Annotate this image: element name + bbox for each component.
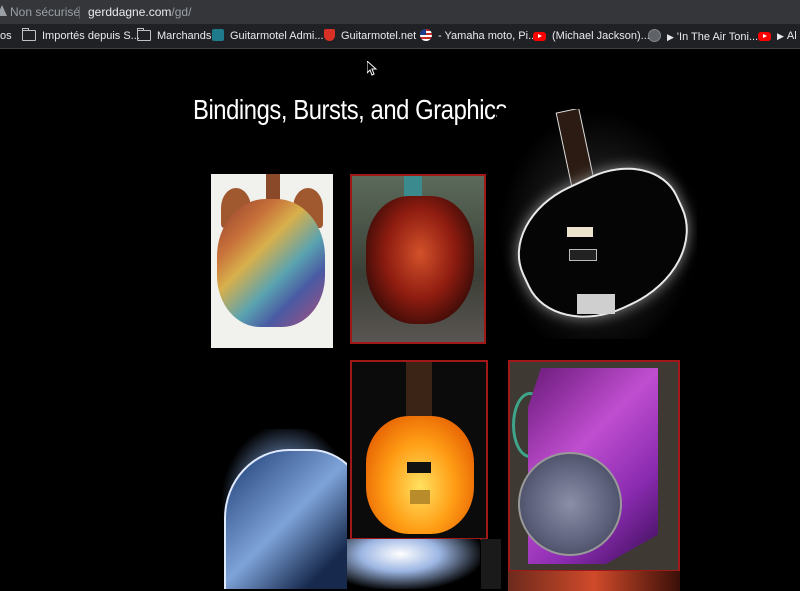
guitar-body — [217, 199, 325, 327]
guitar-body — [366, 196, 474, 324]
bookmark-folder-merchants[interactable]: Marchands — [137, 28, 212, 44]
guitar-photo-blue-graphic[interactable] — [212, 429, 347, 589]
warning-icon[interactable] — [0, 5, 7, 16]
photo-partial — [481, 539, 501, 589]
bookmark-al[interactable]: ▶Al D — [758, 29, 800, 44]
bookmark-label: Importés depuis S... — [42, 30, 140, 42]
flag-icon — [420, 29, 432, 41]
bookmark-label: - Yamaha moto, Pi... — [438, 30, 538, 42]
youtube-icon — [758, 32, 771, 41]
guitar-photo-red-burst[interactable] — [350, 174, 486, 344]
bookmark-label: (Michael Jackson)... — [552, 30, 650, 42]
bookmark-label: 'In The Air Toni... — [676, 31, 759, 43]
guitarmotel-icon — [212, 29, 224, 41]
folder-icon — [22, 28, 36, 41]
pickup — [407, 462, 431, 473]
guitar-photo-orange-burst[interactable] — [350, 360, 488, 540]
bookmark-label: Marchands — [157, 30, 212, 42]
cursor-arrow-icon — [367, 61, 377, 76]
play-icon: ▶ — [667, 32, 674, 42]
bookmark-yamaha[interactable]: - Yamaha moto, Pi... — [420, 29, 537, 44]
bookmark-label: os — [0, 30, 12, 42]
pickup — [567, 227, 593, 237]
guitar-bridge — [577, 294, 615, 314]
photo-partial — [347, 539, 480, 589]
shield-icon — [324, 29, 335, 41]
pickup — [569, 249, 597, 261]
guitar-body — [224, 449, 347, 589]
guitar-body — [366, 416, 474, 534]
bookmark-guitarmotel-net[interactable]: Guitarmotel.net — [324, 29, 416, 44]
url-path: /gd/ — [171, 5, 192, 19]
folder-icon — [137, 28, 151, 41]
bookmark-label: Al D — [786, 30, 800, 42]
address-bar[interactable]: Non sécurisé gerddagne.com/gd/ — [0, 0, 800, 24]
bookmark-item[interactable]: os — [0, 29, 12, 44]
page-content: Bindings, Bursts, and Graphics — [0, 49, 800, 591]
bookmark-michael-jackson[interactable]: (Michael Jackson)... — [533, 29, 650, 44]
guitar-photo-purple-burst[interactable] — [508, 360, 680, 572]
bookmark-label: Guitarmotel.net — [341, 30, 417, 42]
page-title: Bindings, Bursts, and Graphics — [193, 94, 508, 125]
play-icon: ▶ — [777, 31, 784, 41]
security-status[interactable]: Non sécurisé — [10, 5, 80, 19]
guitar-photo-multicolor[interactable] — [211, 174, 333, 348]
bookmarks-bar: os Importés depuis S... Marchands Guitar… — [0, 24, 800, 49]
globe-icon — [648, 29, 661, 42]
url-host: gerddagne.com — [88, 5, 172, 19]
bookmark-guitarmotel-admin[interactable]: Guitarmotel Admi... — [212, 29, 324, 44]
youtube-icon — [533, 32, 546, 41]
divider — [79, 6, 80, 19]
emblem — [518, 452, 622, 556]
bookmark-folder-imported[interactable]: Importés depuis S... — [22, 28, 140, 44]
guitar-photo-black-binding[interactable] — [497, 109, 697, 339]
bookmark-label: Guitarmotel Admi... — [230, 30, 324, 42]
photo-partial — [508, 571, 680, 591]
url-field[interactable]: gerddagne.com/gd/ — [88, 5, 191, 19]
bookmark-in-the-air[interactable]: ▶ 'In The Air Toni... — [648, 29, 758, 44]
guitar-bridge — [410, 490, 430, 504]
